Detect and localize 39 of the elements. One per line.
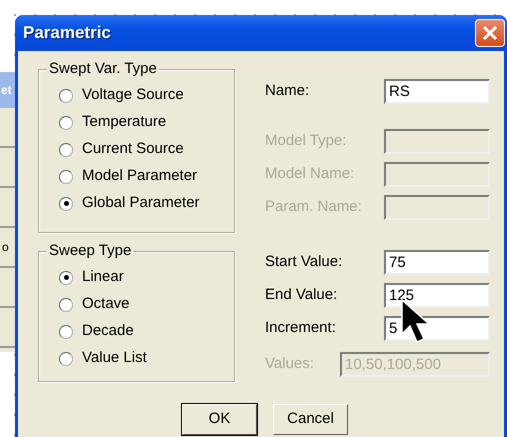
radio-button[interactable]	[59, 170, 73, 184]
radio-option[interactable]: Temperature	[59, 109, 234, 136]
field-label: Model Type:	[265, 131, 348, 152]
ok-button[interactable]: OK	[182, 404, 257, 435]
field-label: Model Name:	[265, 164, 356, 184]
radio-button[interactable]	[59, 298, 73, 312]
radio-button[interactable]	[59, 142, 73, 156]
radio-button[interactable]	[59, 352, 73, 366]
close-icon	[481, 24, 499, 42]
close-button[interactable]	[475, 19, 505, 47]
input-field[interactable]: 125	[384, 283, 490, 308]
radio-option[interactable]: Global Parameter	[59, 190, 234, 217]
radio-option[interactable]: Decade	[59, 318, 234, 345]
field-label: Start Value:	[265, 252, 344, 272]
window-title: et	[1, 82, 12, 99]
input-field: 10,50,100,500	[340, 352, 490, 377]
radio-option[interactable]: Voltage Source	[59, 82, 234, 109]
radio-option[interactable]: Model Parameter	[59, 163, 234, 190]
radio-button[interactable]	[59, 88, 73, 102]
button-label: o	[2, 239, 9, 256]
input-field[interactable]: 75	[384, 250, 490, 275]
group-title: Sweep Type	[47, 242, 134, 260]
radio-button[interactable]	[59, 324, 73, 338]
cancel-button[interactable]: Cancel	[273, 404, 348, 435]
radio-option[interactable]: Current Source	[59, 136, 234, 163]
radio-option[interactable]: Linear	[59, 264, 234, 291]
radio-option[interactable]: Octave	[59, 291, 234, 318]
radio-button[interactable]	[59, 270, 73, 284]
window-title: Parametric	[23, 22, 111, 44]
field-label: Values:	[265, 354, 315, 374]
field-label: Param. Name:	[265, 197, 363, 218]
field-label: End Value:	[265, 285, 338, 306]
input-field[interactable]: RS	[384, 79, 490, 104]
field-label: Name:	[265, 81, 310, 102]
radio-button[interactable]	[59, 196, 73, 210]
radio-button[interactable]	[59, 116, 73, 130]
field-label: Increment:	[265, 318, 337, 338]
radio-option[interactable]: Value List	[59, 345, 234, 372]
group-title: Swept Var. Type	[47, 60, 159, 78]
